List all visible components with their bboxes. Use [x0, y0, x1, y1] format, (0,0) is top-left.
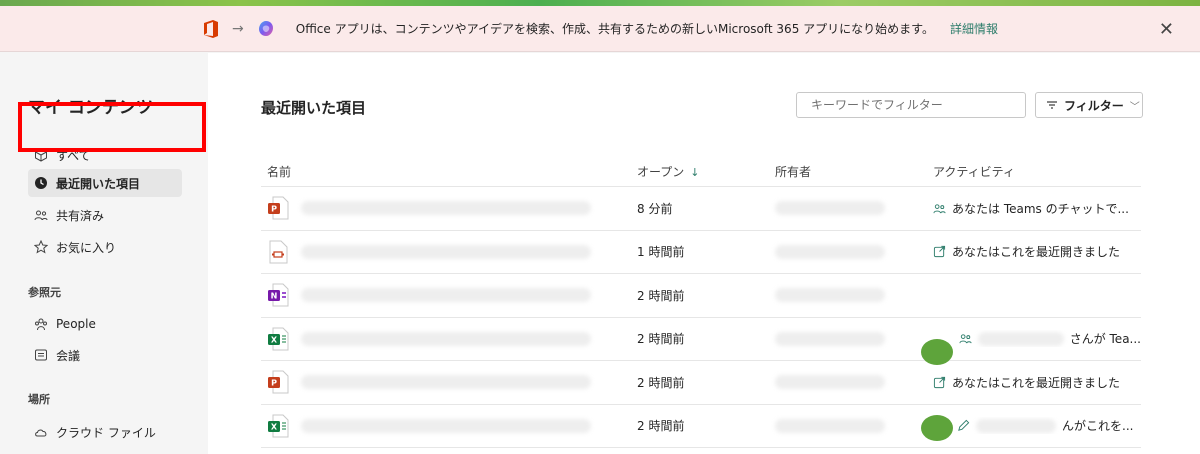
people-icon — [959, 334, 972, 344]
filter-button-label: フィルター — [1064, 98, 1124, 113]
column-header-activity[interactable]: アクティビティ — [933, 163, 1141, 180]
table-row[interactable]: P 8 分前 あなたは Teams のチャットで... — [261, 187, 1141, 231]
svg-text:X: X — [271, 335, 278, 344]
people-icon — [34, 210, 48, 221]
sidebar-item-meetings[interactable]: 会議 — [28, 341, 182, 369]
keyword-filter-input[interactable] — [796, 92, 1026, 118]
redacted-owner — [775, 244, 885, 259]
open-external-icon — [933, 246, 946, 258]
redacted-file-name — [301, 375, 591, 390]
redacted-file-name — [301, 331, 591, 346]
svg-text:P: P — [271, 379, 277, 388]
table-row[interactable]: X 2 時間前 さんが Tea... — [261, 318, 1141, 361]
redacted-file-name — [301, 201, 591, 216]
activity-text: あなたはこれを最近開きました — [952, 375, 1121, 390]
people-group-icon — [35, 318, 47, 331]
sidebar-item-all[interactable]: すべて — [28, 141, 182, 169]
activity-text: さんが Tea... — [1069, 332, 1141, 347]
sidebar-item-label: クラウド ファイル — [56, 425, 156, 440]
cloud-icon — [35, 429, 47, 437]
announcement-banner: → Office アプリは、コンテンツやアイデアを検索、作成、共有するための新し… — [0, 6, 1200, 52]
open-time: 2 時間前 — [637, 288, 685, 303]
table-row[interactable]: P 2 時間前 あなたはこれを最近開きました — [261, 361, 1141, 405]
page-title: 最近開いた項目 — [261, 99, 367, 117]
sidebar-item-favorites[interactable]: お気に入り — [28, 233, 182, 261]
excel-file-icon: X — [268, 327, 289, 351]
sidebar-item-shared[interactable]: 共有済み — [28, 201, 182, 229]
sidebar-title: マイ コンテンツ — [28, 98, 153, 118]
redacted-owner — [775, 331, 885, 346]
sidebar-item-cloud-files[interactable]: クラウド ファイル — [28, 418, 182, 446]
table-header: 名前 オープン ↓ 所有者 アクティビティ — [261, 157, 1141, 187]
cube-icon — [35, 148, 47, 162]
filter-icon — [1047, 101, 1057, 109]
activity-text: あなたはこれを最近開きました — [952, 245, 1121, 260]
star-icon — [34, 240, 48, 254]
learn-more-link[interactable]: 詳細情報 — [950, 20, 998, 37]
table-row[interactable]: N 2 時間前 — [261, 274, 1141, 318]
section-heading-sources: 参照元 — [28, 286, 61, 299]
redacted-owner — [775, 418, 885, 433]
close-icon[interactable]: ✕ — [1159, 19, 1174, 40]
chevron-down-icon: ﹀ — [1129, 101, 1140, 113]
open-time: 2 時間前 — [637, 375, 685, 390]
onenote-file-icon: N — [268, 283, 289, 307]
avatar — [921, 339, 953, 365]
sort-descending-icon: ↓ — [690, 166, 700, 179]
open-time: 2 時間前 — [637, 332, 685, 347]
video-file-icon — [269, 240, 288, 264]
open-time: 1 時間前 — [637, 245, 685, 260]
sidebar: マイ コンテンツ すべて 最近開いた項目 共有済み お気に入り 参照元 Peop… — [0, 53, 208, 454]
redacted-file-name — [301, 244, 591, 259]
section-heading-places: 場所 — [28, 393, 50, 406]
svg-text:N: N — [271, 292, 278, 301]
meeting-icon — [35, 349, 47, 361]
open-time: 2 時間前 — [637, 419, 685, 434]
activity-text: んがこれを... — [1062, 419, 1134, 434]
column-header-open-label: オープン — [637, 165, 685, 179]
microsoft-365-logo-icon — [256, 19, 276, 39]
sidebar-item-people[interactable]: People — [28, 310, 182, 338]
filter-button[interactable]: フィルター ﹀ — [1035, 92, 1143, 118]
banner-message: Office アプリは、コンテンツやアイデアを検索、作成、共有するための新しいM… — [295, 22, 934, 36]
sidebar-item-label: 会議 — [56, 348, 81, 363]
redacted-owner — [775, 201, 885, 216]
activity-text: あなたは Teams のチャットで... — [952, 201, 1129, 216]
sidebar-item-recent[interactable]: 最近開いた項目 — [28, 169, 182, 197]
sidebar-item-label: People — [56, 317, 96, 331]
powerpoint-file-icon: P — [268, 370, 289, 394]
open-time: 8 分前 — [637, 201, 673, 216]
banner-content: → Office アプリは、コンテンツやアイデアを検索、作成、共有するための新し… — [202, 19, 998, 39]
open-external-icon — [933, 376, 946, 388]
redacted-user-name — [978, 331, 1064, 346]
clock-icon — [35, 177, 47, 189]
table-row[interactable]: 1 時間前 あなたはこれを最近開きました — [261, 231, 1141, 274]
files-table: 名前 オープン ↓ 所有者 アクティビティ P 8 分前 あなたは Teams の… — [261, 157, 1141, 448]
sidebar-item-label: 共有済み — [56, 208, 105, 223]
redacted-user-name — [976, 418, 1056, 433]
redacted-file-name — [301, 288, 591, 303]
sidebar-item-label: お気に入り — [56, 240, 117, 255]
sidebar-item-label: 最近開いた項目 — [56, 176, 141, 191]
column-header-name[interactable]: 名前 — [261, 163, 637, 180]
avatar — [921, 415, 953, 441]
powerpoint-file-icon: P — [268, 196, 289, 220]
pencil-icon — [958, 419, 970, 432]
sidebar-item-label: すべて — [56, 148, 91, 163]
column-header-open[interactable]: オープン ↓ — [637, 163, 775, 180]
main-content: 最近開いた項目 フィルター ﹀ 名前 オープン ↓ 所有者 アクティビティ P 8… — [208, 53, 1200, 454]
people-icon — [933, 204, 946, 214]
redacted-owner — [775, 288, 885, 303]
excel-file-icon: X — [268, 414, 289, 438]
svg-text:P: P — [271, 205, 277, 214]
svg-text:X: X — [271, 422, 278, 431]
redacted-owner — [775, 375, 885, 390]
arrow-right-icon: → — [232, 20, 244, 37]
office-logo-icon — [202, 19, 220, 39]
redacted-file-name — [301, 418, 591, 433]
column-header-owner[interactable]: 所有者 — [775, 163, 933, 180]
table-row[interactable]: X 2 時間前 んがこれを... — [261, 405, 1141, 448]
